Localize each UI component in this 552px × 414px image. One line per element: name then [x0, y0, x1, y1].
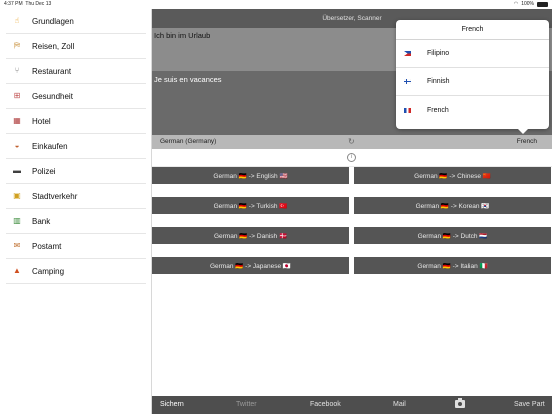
source-text: Ich bin im Urlaub: [154, 31, 211, 40]
police-car-icon: ▬: [13, 166, 21, 175]
language-pair-button[interactable]: German 🇩🇪 -> Italian 🇮🇹: [354, 257, 551, 274]
save-part-button[interactable]: Save Part: [514, 401, 545, 408]
finland-flag-icon: [404, 79, 411, 84]
france-flag-icon: [404, 107, 411, 113]
sidebar-item-reisen-zoll[interactable]: ⛿ Reisen, Zoll: [6, 34, 146, 59]
twitter-button[interactable]: Twitter: [236, 401, 257, 408]
facebook-button[interactable]: Facebook: [310, 401, 341, 408]
dropdown-title: French: [396, 20, 549, 40]
swap-languages-icon[interactable]: ↻: [348, 137, 355, 147]
hotel-icon: ▦: [13, 116, 21, 125]
save-button[interactable]: Sichern: [160, 401, 184, 408]
language-dropdown: French Filipino Finnish French: [396, 20, 549, 134]
status-time: 4:37 PM Thu Dec 13: [4, 1, 52, 7]
basket-icon: ◒: [14, 141, 20, 150]
app-root: 4:37 PM Thu Dec 13 ◠ 100% ☝ Grundlagen ⛿ Re…: [0, 0, 552, 414]
sidebar: ☝ Grundlagen ⛿ Reisen, Zoll ⑂ Restaurant ⊞ Gesu…: [0, 9, 152, 414]
sidebar-item-label: Bank: [32, 216, 51, 226]
hand-icon: ☝: [14, 16, 20, 25]
sidebar-item-bank[interactable]: ▥ Bank: [6, 209, 146, 234]
sidebar-item-label: Grundlagen: [32, 16, 74, 26]
bus-icon: ▣: [13, 191, 21, 200]
sidebar-item-camping[interactable]: ▲ Camping: [6, 259, 146, 284]
info-row: i: [152, 149, 552, 167]
bottom-toolbar: Sichern Twitter Facebook Mail Save Part: [152, 396, 552, 414]
sidebar-item-gesundheit[interactable]: ⊞ Gesundheit: [6, 84, 146, 109]
battery-percent: 100%: [521, 1, 534, 7]
passport-icon: ⛿: [14, 41, 20, 50]
target-language-selector[interactable]: French: [517, 138, 537, 145]
language-pair-button[interactable]: German 🇩🇪 -> Dutch 🇳🇱: [354, 227, 551, 244]
source-language-selector[interactable]: German (Germany): [160, 138, 216, 145]
tent-icon: ▲: [13, 266, 21, 275]
language-pair-button[interactable]: German 🇩🇪 -> Turkish 🇹🇷: [152, 197, 349, 214]
sidebar-item-stadtverkehr[interactable]: ▣ Stadtverkehr: [6, 184, 146, 209]
status-bar: 4:37 PM Thu Dec 13 ◠ 100%: [0, 0, 552, 9]
language-pair-button[interactable]: German 🇩🇪 -> Danish 🇩🇰: [152, 227, 349, 244]
philippines-flag-icon: [404, 51, 411, 56]
sidebar-item-label: Postamt: [32, 241, 62, 251]
target-text: Je suis en vacances: [154, 75, 222, 84]
sidebar-item-restaurant[interactable]: ⑂ Restaurant: [6, 59, 146, 84]
main-content: Übersetzer, Scanner Ich bin im Urlaub Je…: [152, 9, 552, 414]
sidebar-item-label: Reisen, Zoll: [32, 41, 75, 51]
sidebar-item-label: Camping: [32, 266, 65, 276]
sidebar-item-label: Restaurant: [32, 66, 72, 76]
sidebar-item-label: Polizei: [32, 166, 56, 176]
status-right: ◠ 100%: [514, 1, 548, 7]
language-pair-button[interactable]: German 🇩🇪 -> Korean 🇰🇷: [354, 197, 551, 214]
language-pair-button[interactable]: German 🇩🇪 -> Chinese 🇨🇳: [354, 167, 551, 184]
sidebar-item-label: Hotel: [32, 116, 51, 126]
sidebar-item-einkaufen[interactable]: ◒ Einkaufen: [6, 134, 146, 159]
wifi-icon: ◠: [513, 1, 519, 7]
sidebar-item-polizei[interactable]: ▬ Polizei: [6, 159, 146, 184]
sidebar-item-label: Stadtverkehr: [32, 191, 78, 201]
post-office-icon: ✉: [13, 241, 21, 250]
dropdown-option-finnish[interactable]: Finnish: [396, 68, 549, 96]
sidebar-item-postamt[interactable]: ✉ Postamt: [6, 234, 146, 259]
bank-icon: ▥: [13, 216, 21, 225]
hospital-icon: ⊞: [13, 91, 21, 100]
sidebar-item-grundlagen[interactable]: ☝ Grundlagen: [6, 9, 146, 34]
dropdown-option-french[interactable]: French: [396, 96, 549, 124]
dropdown-option-filipino[interactable]: Filipino: [396, 40, 549, 68]
sidebar-item-label: Einkaufen: [32, 141, 68, 151]
info-icon[interactable]: i: [347, 153, 356, 162]
sidebar-item-hotel[interactable]: ▦ Hotel: [6, 109, 146, 134]
camera-icon[interactable]: [455, 398, 465, 408]
sidebar-item-label: Gesundheit: [32, 91, 73, 101]
language-pair-button[interactable]: German 🇩🇪 -> Japanese 🇯🇵: [152, 257, 349, 274]
language-pair-button[interactable]: German 🇩🇪 -> English 🇺🇸: [152, 167, 349, 184]
cutlery-icon: ⑂: [14, 66, 20, 75]
battery-icon: [537, 1, 548, 7]
language-bar: German (Germany) ↻ French: [152, 135, 552, 149]
mail-button[interactable]: Mail: [393, 401, 406, 408]
